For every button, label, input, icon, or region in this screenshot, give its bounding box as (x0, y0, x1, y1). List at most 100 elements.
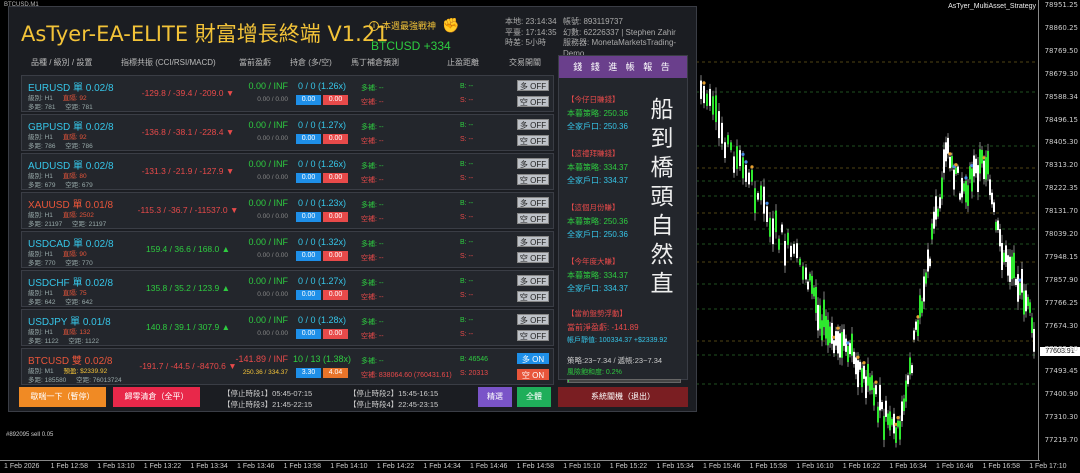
candle-body (769, 217, 771, 237)
short-toggle-button[interactable]: 空 OFF (517, 135, 549, 146)
price-tick-label: 78860.25 (1044, 23, 1078, 32)
time-axis[interactable]: 1 Feb 2026 1 Feb 12:58 1 Feb 13:10 1 Feb 13… (0, 460, 1067, 473)
current-pl-detail: 0.00 / 0.00 (257, 174, 288, 181)
select-button[interactable]: 精選 (478, 387, 512, 407)
candle-body (793, 244, 795, 254)
price-tick-label: 78951.25 (1044, 1, 1078, 9)
candle-body (931, 223, 933, 240)
candle-body (861, 368, 863, 388)
time-tick-label: 1 Feb 14:10 (330, 463, 368, 470)
candle-body (981, 149, 983, 164)
long-toggle-button[interactable]: 多 OFF (517, 197, 549, 208)
time-tick-label: 1 Feb 14:22 (376, 463, 415, 470)
symbol-short-dist: 空距: 770 (65, 260, 93, 267)
candle-body (721, 122, 723, 144)
long-toggle-button[interactable]: 多 OFF (517, 80, 549, 91)
report-title: 錢 錢 進 帳 報 告 (559, 56, 687, 78)
candle-body (867, 363, 869, 386)
candle-body (873, 387, 875, 406)
candle-body (1019, 283, 1021, 296)
long-lot-badge: 0.00 (296, 134, 321, 144)
current-pl: 0.00 / INF (248, 315, 288, 325)
flexed-arm-icon: ✊ (442, 17, 460, 33)
report-today-label: 【今仔日賺錢】 (567, 95, 620, 104)
order-note: #892095 sell 0.05 (6, 432, 54, 438)
short-toggle-button[interactable]: 空 OFF (517, 330, 549, 341)
short-toggle-button[interactable]: 空 OFF (517, 174, 549, 185)
candle-body (1027, 297, 1029, 306)
candle-body (897, 420, 899, 427)
long-toggle-button[interactable]: 多 ON (517, 353, 549, 364)
sl-sell: S: 20313 (460, 370, 489, 377)
candle-body (971, 168, 973, 192)
short-toggle-button[interactable]: 空 ON (517, 369, 549, 380)
close-all-button[interactable]: 歸零清倉（全平） (113, 387, 200, 407)
time-tick-label: 1 Feb 15:46 (703, 463, 741, 470)
candle-body (766, 206, 768, 222)
candle-body (967, 185, 969, 206)
long-toggle-button[interactable]: 多 OFF (517, 236, 549, 247)
long-toggle-button[interactable]: 多 OFF (517, 119, 549, 130)
order-marker (750, 165, 754, 169)
long-lot-badge: 0.00 (296, 290, 321, 300)
short-toggle-button[interactable]: 空 OFF (517, 252, 549, 263)
candle-body (1023, 290, 1025, 315)
current-pl: 0.00 / INF (248, 198, 288, 208)
candle-body (913, 330, 915, 340)
strongest-label: 本週最強戰神 (382, 21, 437, 31)
short-toggle-button[interactable]: 空 OFF (517, 96, 549, 107)
shutdown-button[interactable]: 系統關機（退出） (558, 387, 688, 407)
price-axis[interactable]: 77603.91 78951.25 78860.25 78769.50 78679.3… (1038, 0, 1080, 460)
candle-body (995, 221, 997, 231)
long-toggle-button[interactable]: 多 OFF (517, 314, 549, 325)
symbol-long-dist: 多距: 642 (28, 299, 56, 306)
candle-body (935, 196, 937, 220)
sl-sell: S: -- (460, 331, 474, 338)
stop-period-2: 【停止時段2】15:45-16:15 (349, 389, 439, 398)
sl-sell: S: -- (460, 253, 474, 260)
report-float-pl: 當前淨盈虧: -141.89 (567, 323, 639, 332)
candle-body (959, 193, 961, 200)
candle-body (813, 287, 815, 297)
candle-body (895, 427, 897, 443)
candle-body (939, 197, 941, 209)
sl-buy: B: -- (460, 83, 474, 90)
all-button[interactable]: 全體 (517, 387, 551, 407)
candle-body (724, 142, 726, 159)
time-tick-label: 1 Feb 15:58 (749, 463, 787, 470)
candle-body (1011, 256, 1013, 280)
short-lot-badge: 4.04 (323, 368, 348, 378)
symbol-long-dist: 多距: 781 (28, 104, 56, 111)
candle-body (745, 165, 747, 182)
stop-period-3: 【停止時段3】21:45-22:15 (223, 400, 313, 409)
candle-body (790, 245, 792, 257)
long-lot-badge: 0.00 (296, 251, 321, 261)
candle-body (748, 172, 750, 185)
long-toggle-button[interactable]: 多 OFF (517, 158, 549, 169)
candle-body (941, 177, 943, 199)
candle-body (905, 380, 907, 402)
candle-body (831, 322, 833, 344)
long-lot-badge: 0.00 (296, 95, 321, 105)
report-year-strategy: 本暮策略: 334.37 (567, 271, 628, 280)
candle-body (787, 232, 789, 245)
account-number: 帳號: 893119737 (563, 17, 623, 26)
order-marker (836, 326, 840, 330)
candle-body (875, 385, 877, 395)
strongest-value: BTCUSD +334 (371, 39, 451, 53)
candle-body (855, 357, 857, 375)
short-toggle-button[interactable]: 空 OFF (517, 291, 549, 302)
forecast-long: 多補: -- (361, 202, 384, 209)
current-pl-detail: 0.00 / 0.00 (257, 135, 288, 142)
long-toggle-button[interactable]: 多 OFF (517, 275, 549, 286)
candle-body (730, 142, 732, 151)
candle-body (925, 272, 927, 284)
header-trade: 交易開關 (509, 58, 541, 67)
short-toggle-button[interactable]: 空 OFF (517, 213, 549, 224)
current-pl: 0.00 / INF (248, 276, 288, 286)
pause-button[interactable]: 歇喘一下（暫停） (19, 387, 106, 407)
symbol-row: XAUUSD 單 0.01/8 級別: H1 直隔: 2502 多距: 2119… (21, 192, 554, 229)
forecast-long: 多補: -- (361, 358, 384, 365)
report-float-equity: 帳戶靜值: 100334.37 +$2339.92 (567, 337, 668, 344)
price-tick-label: 77948.15 (1044, 252, 1078, 261)
